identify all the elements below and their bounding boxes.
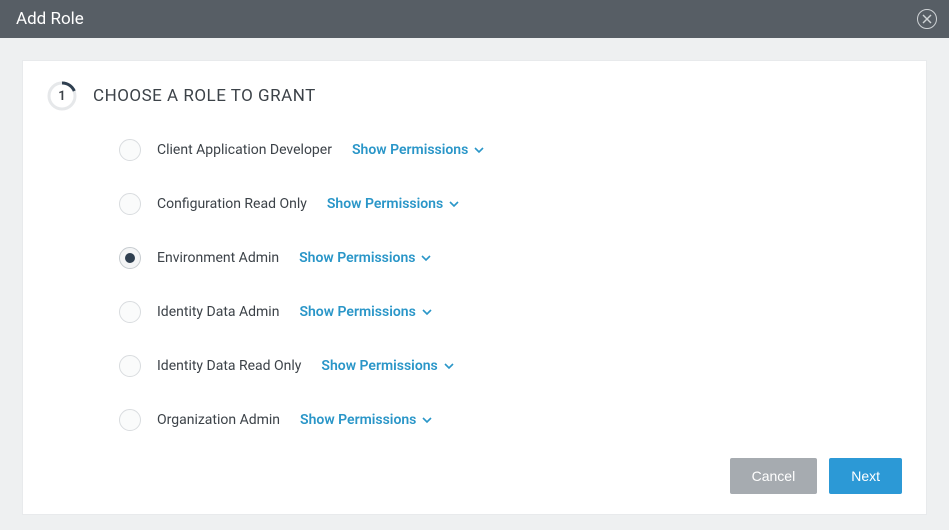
- role-row-organization-admin: Organization Admin Show Permissions: [119, 409, 902, 431]
- chevron-down-icon: [421, 253, 431, 263]
- close-button[interactable]: [917, 9, 937, 29]
- chevron-down-icon: [449, 199, 459, 209]
- role-label: Identity Data Read Only: [157, 358, 301, 374]
- role-radio[interactable]: [119, 355, 141, 377]
- role-label: Identity Data Admin: [157, 304, 279, 320]
- cancel-button[interactable]: Cancel: [730, 458, 818, 494]
- show-permissions-toggle[interactable]: Show Permissions: [299, 250, 431, 266]
- role-row-identity-data-admin: Identity Data Admin Show Permissions: [119, 301, 902, 323]
- role-label: Environment Admin: [157, 250, 279, 266]
- role-list: Client Application Developer Show Permis…: [47, 139, 902, 431]
- role-radio[interactable]: [119, 193, 141, 215]
- show-permissions-label: Show Permissions: [299, 250, 415, 266]
- modal-header: Add Role: [0, 0, 949, 38]
- step-indicator: 1: [47, 81, 77, 111]
- show-permissions-toggle[interactable]: Show Permissions: [352, 142, 484, 158]
- step-header: 1 CHOOSE A ROLE TO GRANT: [47, 81, 902, 111]
- next-button[interactable]: Next: [829, 458, 902, 494]
- modal-title: Add Role: [16, 9, 84, 29]
- close-icon: [922, 14, 932, 24]
- show-permissions-toggle[interactable]: Show Permissions: [299, 304, 431, 320]
- show-permissions-toggle[interactable]: Show Permissions: [300, 412, 432, 428]
- role-radio[interactable]: [119, 139, 141, 161]
- step-title: CHOOSE A ROLE TO GRANT: [93, 86, 316, 106]
- role-radio[interactable]: [119, 301, 141, 323]
- chevron-down-icon: [474, 145, 484, 155]
- role-row-identity-data-read-only: Identity Data Read Only Show Permissions: [119, 355, 902, 377]
- role-row-configuration-read-only: Configuration Read Only Show Permissions: [119, 193, 902, 215]
- wizard-card: 1 CHOOSE A ROLE TO GRANT Client Applicat…: [22, 60, 927, 515]
- role-label: Configuration Read Only: [157, 196, 307, 212]
- chevron-down-icon: [444, 361, 454, 371]
- role-radio[interactable]: [119, 247, 141, 269]
- role-row-client-application-developer: Client Application Developer Show Permis…: [119, 139, 902, 161]
- step-number: 1: [58, 89, 65, 104]
- show-permissions-toggle[interactable]: Show Permissions: [327, 196, 459, 212]
- show-permissions-label: Show Permissions: [352, 142, 468, 158]
- show-permissions-label: Show Permissions: [299, 304, 415, 320]
- show-permissions-label: Show Permissions: [300, 412, 416, 428]
- show-permissions-label: Show Permissions: [321, 358, 437, 374]
- chevron-down-icon: [422, 415, 432, 425]
- content-wrap: 1 CHOOSE A ROLE TO GRANT Client Applicat…: [0, 38, 949, 515]
- chevron-down-icon: [422, 307, 432, 317]
- show-permissions-toggle[interactable]: Show Permissions: [321, 358, 453, 374]
- role-radio[interactable]: [119, 409, 141, 431]
- role-label: Client Application Developer: [157, 142, 332, 158]
- show-permissions-label: Show Permissions: [327, 196, 443, 212]
- role-row-environment-admin: Environment Admin Show Permissions: [119, 247, 902, 269]
- role-label: Organization Admin: [157, 412, 280, 428]
- wizard-footer: Cancel Next: [730, 458, 902, 494]
